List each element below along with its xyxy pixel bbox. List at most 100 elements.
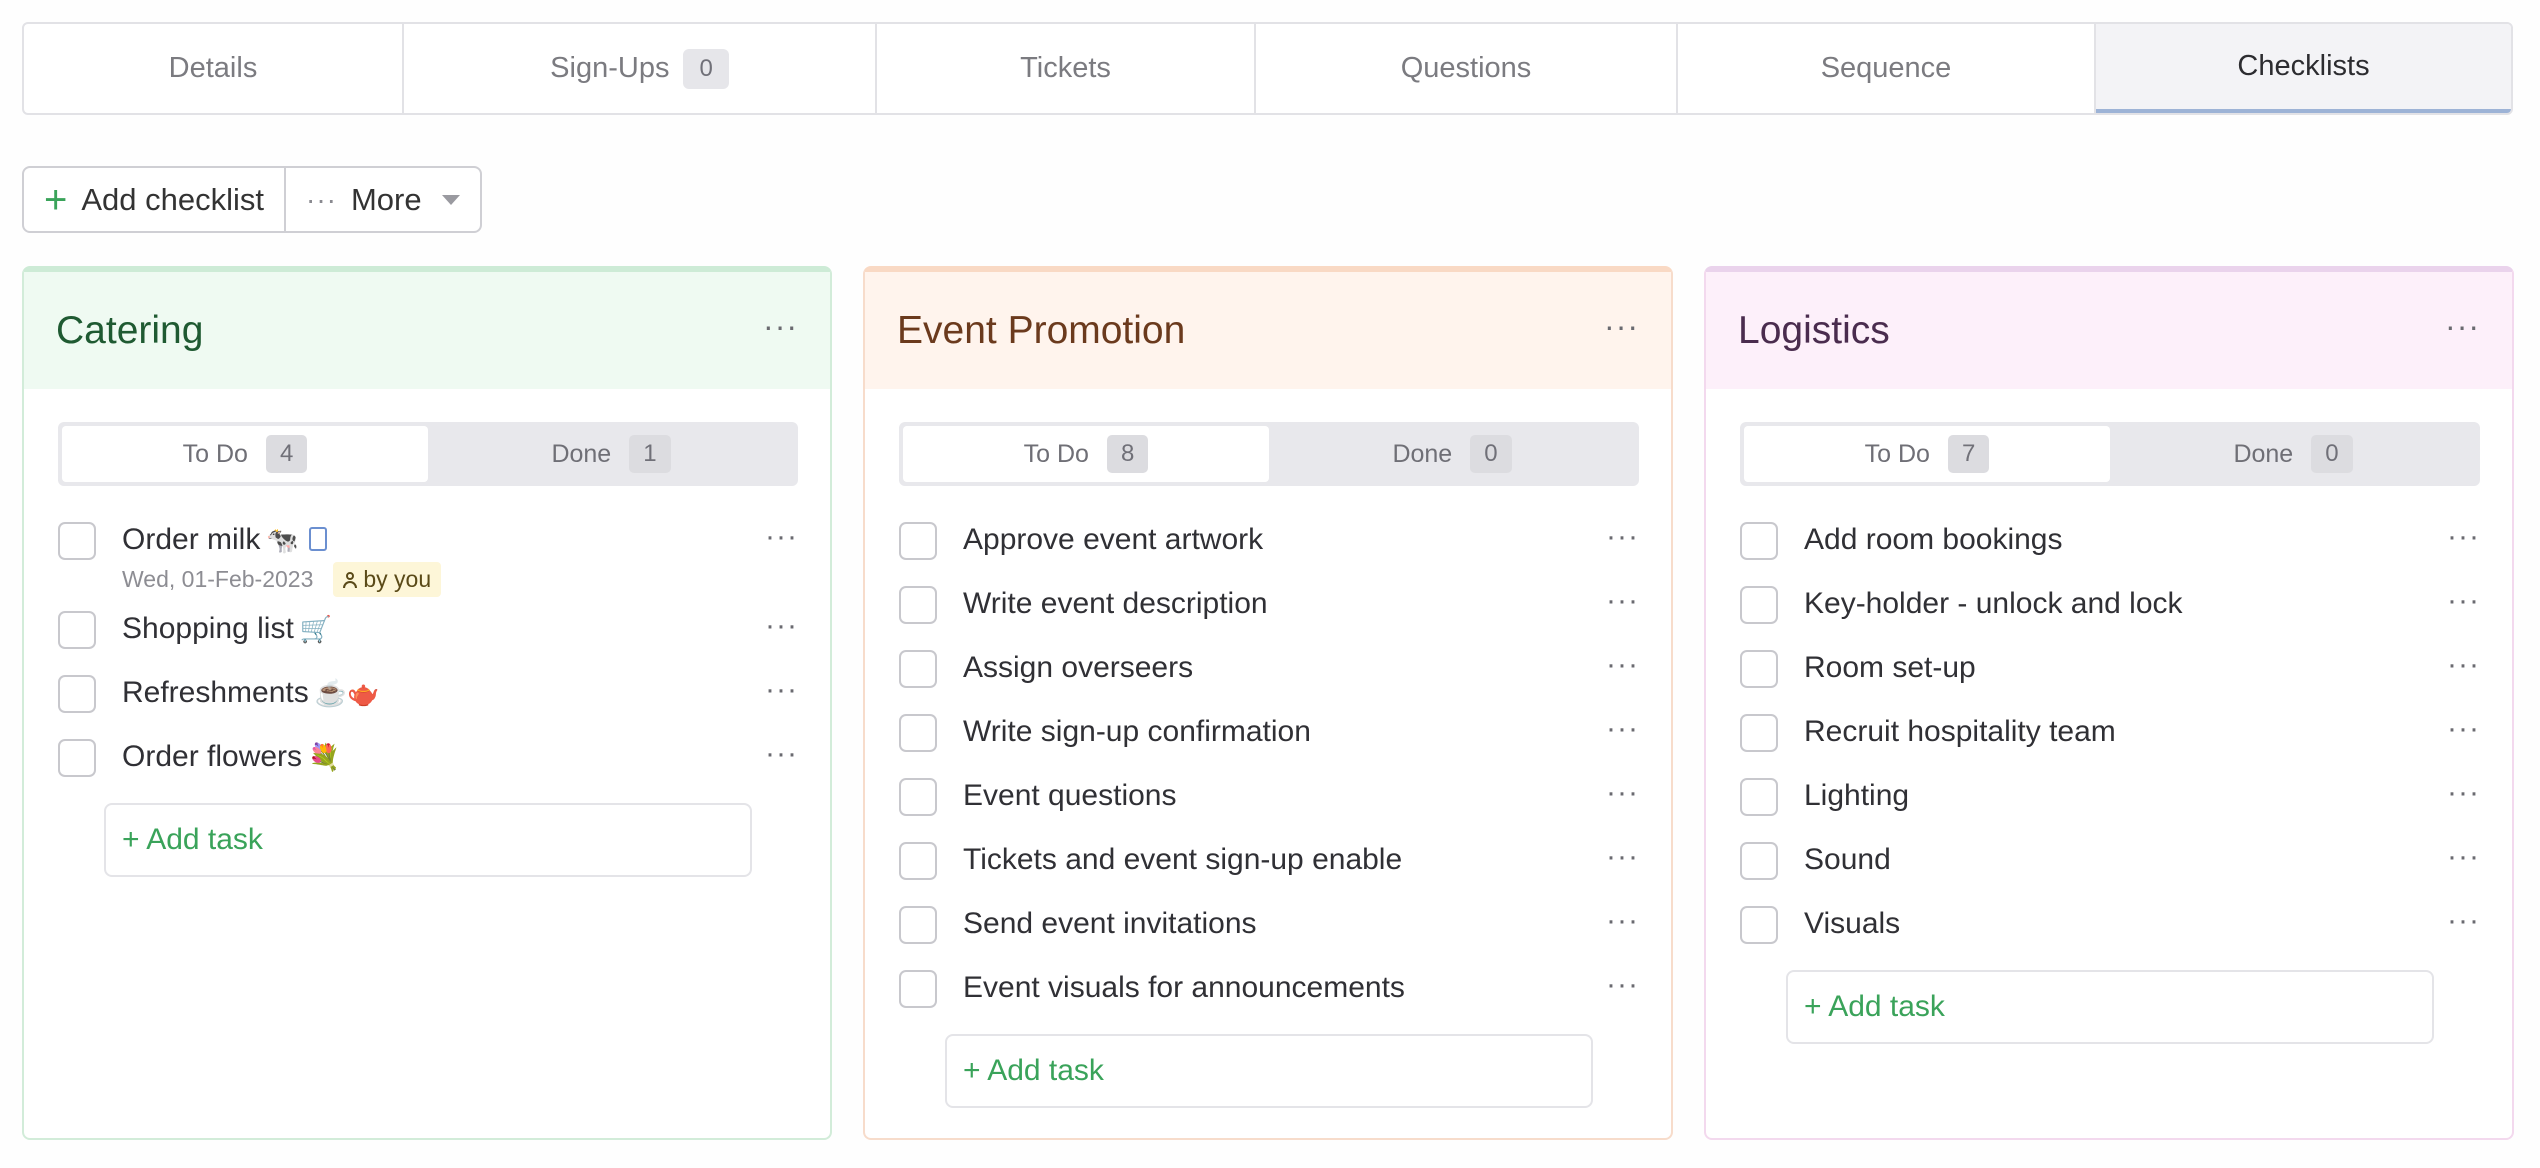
task-menu-icon[interactable]: ···	[1606, 904, 1639, 938]
todo-segment[interactable]: To Do 7	[1744, 426, 2110, 482]
task-checkbox[interactable]	[899, 842, 937, 880]
task-menu-icon[interactable]: ···	[765, 609, 798, 643]
task-list: Order milk 🐄 Wed, 01-Feb-2023 by you ··· …	[58, 514, 808, 877]
task-checkbox[interactable]	[58, 675, 96, 713]
task-label[interactable]: Event questions	[963, 779, 1176, 812]
todo-segment[interactable]: To Do 8	[903, 426, 1269, 482]
task-label[interactable]: Send event invitations	[963, 907, 1257, 940]
add-task-button[interactable]: + Add task	[1786, 970, 2434, 1044]
checklist-menu-icon[interactable]: ···	[2445, 308, 2480, 353]
todo-label: To Do	[1864, 439, 1930, 468]
task-checkbox[interactable]	[58, 611, 96, 649]
task-checkbox[interactable]	[899, 586, 937, 624]
document-icon[interactable]	[308, 527, 327, 551]
task-menu-icon[interactable]: ···	[2447, 840, 2480, 874]
task-checkbox[interactable]	[58, 522, 96, 560]
add-checklist-button[interactable]: + Add checklist	[24, 168, 284, 231]
task-checkbox[interactable]	[899, 650, 937, 688]
task-label[interactable]: Approve event artwork	[963, 523, 1263, 556]
add-task-button[interactable]: + Add task	[104, 803, 752, 877]
task-label[interactable]: Lighting	[1804, 779, 1909, 812]
task-checkbox[interactable]	[1740, 522, 1778, 560]
tab-details[interactable]: Details	[24, 24, 404, 113]
more-menu-button[interactable]: ··· More	[284, 168, 480, 231]
task-checkbox[interactable]	[899, 714, 937, 752]
task-menu-icon[interactable]: ···	[2447, 776, 2480, 810]
task-checkbox[interactable]	[1740, 842, 1778, 880]
tab-sign-ups[interactable]: Sign-Ups 0	[404, 24, 877, 113]
task-label[interactable]: Recruit hospitality team	[1804, 715, 2116, 748]
todo-label: To Do	[1023, 439, 1089, 468]
task-menu-icon[interactable]: ···	[1606, 776, 1639, 810]
done-segment[interactable]: Done 1	[428, 426, 794, 482]
task-due-date: Wed, 01-Feb-2023	[122, 566, 314, 592]
task-item: Room set-up ···	[1740, 642, 2490, 694]
done-segment[interactable]: Done 0	[2110, 426, 2476, 482]
task-label[interactable]: Write event description	[963, 587, 1268, 620]
task-label[interactable]: Sound	[1804, 843, 1891, 876]
task-menu-icon[interactable]: ···	[1606, 840, 1639, 874]
checklist-title: Catering	[56, 308, 204, 352]
task-label[interactable]: Tickets and event sign-up enable	[963, 843, 1402, 876]
tab-checklists[interactable]: Checklists	[2096, 24, 2511, 113]
task-item: Shopping list 🛒 ···	[58, 603, 808, 655]
task-menu-icon[interactable]: ···	[1606, 968, 1639, 1002]
task-menu-icon[interactable]: ···	[765, 520, 798, 554]
task-menu-icon[interactable]: ···	[2447, 520, 2480, 554]
tab-label: Details	[168, 52, 258, 84]
tab-label: Sign-Ups	[550, 52, 670, 84]
task-menu-icon[interactable]: ···	[1606, 648, 1639, 682]
task-menu-icon[interactable]: ···	[2447, 712, 2480, 746]
task-checkbox[interactable]	[899, 970, 937, 1008]
task-label[interactable]: Shopping list	[122, 612, 294, 645]
tab-label: Tickets	[1020, 52, 1111, 84]
task-label[interactable]: Write sign-up confirmation	[963, 715, 1311, 748]
checklist-header: Event Promotion ···	[865, 272, 1671, 389]
task-menu-icon[interactable]: ···	[1606, 712, 1639, 746]
task-list: Add room bookings ··· Key-holder - unlock …	[1740, 514, 2490, 1044]
task-label[interactable]: Room set-up	[1804, 651, 1976, 684]
task-checkbox[interactable]	[899, 906, 937, 944]
task-checkbox[interactable]	[1740, 650, 1778, 688]
todo-label: To Do	[182, 439, 248, 468]
task-menu-icon[interactable]: ···	[2447, 904, 2480, 938]
task-label[interactable]: Add room bookings	[1804, 523, 2063, 556]
checklist-menu-icon[interactable]: ···	[763, 308, 798, 353]
checklist-menu-icon[interactable]: ···	[1604, 308, 1639, 353]
task-checkbox[interactable]	[899, 778, 937, 816]
task-menu-icon[interactable]: ···	[765, 673, 798, 707]
task-checkbox[interactable]	[899, 522, 937, 560]
task-label[interactable]: Key-holder - unlock and lock	[1804, 587, 2183, 620]
task-menu-icon[interactable]: ···	[2447, 584, 2480, 618]
tab-tickets[interactable]: Tickets	[877, 24, 1256, 113]
done-segment[interactable]: Done 0	[1269, 426, 1635, 482]
task-item: Write sign-up confirmation ···	[899, 706, 1649, 758]
add-checklist-label: Add checklist	[81, 181, 264, 217]
task-menu-icon[interactable]: ···	[2447, 648, 2480, 682]
task-item: Visuals ···	[1740, 898, 2490, 950]
task-label[interactable]: Assign overseers	[963, 651, 1193, 684]
add-task-button[interactable]: + Add task	[945, 1034, 1593, 1108]
task-label[interactable]: Event visuals for announcements	[963, 971, 1405, 1004]
task-label[interactable]: Refreshments	[122, 676, 309, 709]
task-checkbox[interactable]	[1740, 586, 1778, 624]
todo-done-toggle: To Do 8 Done 0	[899, 422, 1639, 486]
task-item: Lighting ···	[1740, 770, 2490, 822]
task-checkbox[interactable]	[58, 739, 96, 777]
chevron-down-icon	[441, 194, 460, 205]
task-menu-icon[interactable]: ···	[1606, 584, 1639, 618]
tab-bar: Details Sign-Ups 0 Tickets Questions Seq…	[22, 22, 2513, 115]
task-label[interactable]: Order milk	[122, 523, 260, 556]
tab-sequence[interactable]: Sequence	[1678, 24, 2096, 113]
task-checkbox[interactable]	[1740, 714, 1778, 752]
task-menu-icon[interactable]: ···	[765, 737, 798, 771]
task-item: Tickets and event sign-up enable ···	[899, 834, 1649, 886]
task-label[interactable]: Order flowers	[122, 740, 302, 773]
tab-questions[interactable]: Questions	[1256, 24, 1678, 113]
todo-segment[interactable]: To Do 4	[62, 426, 428, 482]
task-checkbox[interactable]	[1740, 778, 1778, 816]
task-label[interactable]: Visuals	[1804, 907, 1900, 940]
task-checkbox[interactable]	[1740, 906, 1778, 944]
checklist-title: Event Promotion	[897, 308, 1186, 352]
task-menu-icon[interactable]: ···	[1606, 520, 1639, 554]
